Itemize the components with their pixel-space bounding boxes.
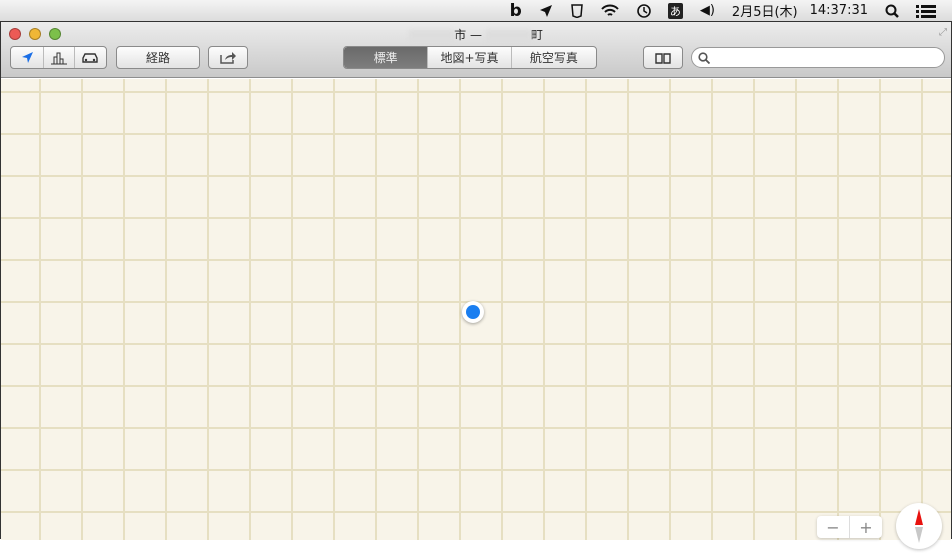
current-location-button[interactable] bbox=[11, 47, 44, 68]
title-separator: — bbox=[470, 28, 482, 42]
3d-buildings-button[interactable] bbox=[44, 47, 75, 68]
directions-button[interactable]: 経路 bbox=[116, 46, 200, 69]
title-town: 町 bbox=[530, 28, 543, 42]
time-machine-icon[interactable] bbox=[636, 0, 651, 21]
title-bar: 市 — 町 ⤢ 経路 標準 地図+写真 航空写真 bbox=[1, 22, 951, 78]
directions-label: 経路 bbox=[145, 51, 170, 65]
search-icon bbox=[698, 51, 710, 64]
map-mode-segmented-control: 標準 地図+写真 航空写真 bbox=[343, 46, 597, 69]
mode-satellite[interactable]: 航空写真 bbox=[512, 47, 596, 68]
title-city: 市 bbox=[454, 28, 467, 42]
menu-b-icon[interactable]: b bbox=[510, 0, 522, 21]
mode-hybrid[interactable]: 地図+写真 bbox=[428, 47, 512, 68]
wifi-icon[interactable] bbox=[601, 0, 619, 21]
window-title: 市 — 町 bbox=[1, 26, 951, 43]
menubar-clock[interactable]: 14:37:31 bbox=[810, 0, 868, 21]
notification-center-icon[interactable] bbox=[916, 0, 936, 21]
fullscreen-icon[interactable]: ⤢ bbox=[939, 27, 947, 38]
menubar-date[interactable]: 2月5日(木) bbox=[732, 0, 798, 21]
html5-icon[interactable] bbox=[570, 0, 584, 21]
traffic-button[interactable] bbox=[75, 47, 106, 68]
zoom-in-button[interactable]: + bbox=[850, 516, 882, 538]
spotlight-icon[interactable] bbox=[885, 0, 899, 21]
zoom-out-button[interactable]: − bbox=[817, 516, 850, 538]
map-canvas[interactable]: − + bbox=[1, 79, 951, 549]
bookmarks-button[interactable] bbox=[643, 46, 683, 69]
share-icon bbox=[220, 52, 236, 64]
maps-window: 市 — 町 ⤢ 経路 標準 地図+写真 航空写真 − + bbox=[0, 21, 952, 549]
view-control-group bbox=[10, 46, 107, 69]
search-input[interactable] bbox=[714, 50, 944, 65]
volume-icon[interactable]: ◀) bbox=[700, 0, 715, 21]
mode-standard[interactable]: 標準 bbox=[344, 47, 429, 68]
compass-button[interactable] bbox=[896, 503, 942, 549]
location-services-icon[interactable] bbox=[539, 0, 553, 21]
menu-bar: b あ ◀) 2月5日(木) 14:37:31 bbox=[0, 0, 952, 21]
search-field[interactable] bbox=[691, 47, 945, 68]
input-method-icon[interactable]: あ bbox=[667, 0, 683, 21]
zoom-control: − + bbox=[817, 516, 882, 538]
compass-icon bbox=[915, 509, 923, 543]
book-icon bbox=[655, 52, 671, 64]
input-method-label: あ bbox=[667, 2, 683, 19]
current-location-marker[interactable] bbox=[462, 301, 484, 323]
share-button[interactable] bbox=[208, 46, 248, 69]
